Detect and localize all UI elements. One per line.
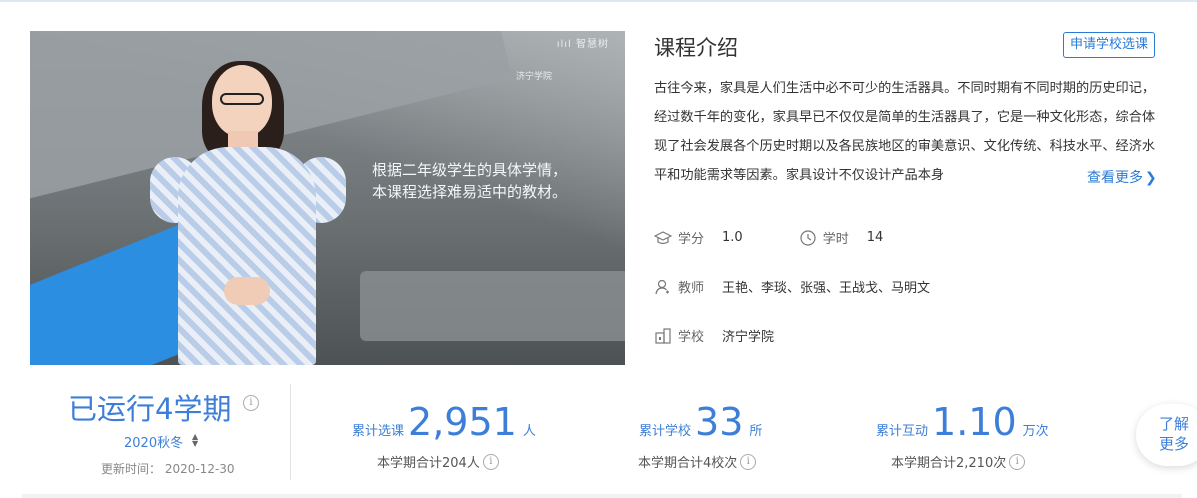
schools-value: 33 bbox=[695, 400, 744, 444]
schools-sub: 本学期合计4校次 i bbox=[638, 452, 757, 471]
teacher-row: 教师 王艳、李琰、张强、王战戈、马明文 bbox=[654, 277, 930, 296]
subtitle-line-1: 根据二年级学生的具体学情， bbox=[372, 161, 568, 179]
interact-value: 1.10 bbox=[932, 400, 1017, 444]
video-subtitle: 根据二年级学生的具体学情， 本课程选择难易适中的教材。 bbox=[372, 159, 612, 203]
running-terms: 已运行4学期 bbox=[68, 392, 232, 426]
description-fade bbox=[1040, 163, 1090, 191]
interact-sub-text: 本学期合计2,210次 bbox=[891, 456, 1007, 471]
stats-divider bbox=[290, 384, 291, 480]
lecturer-figure bbox=[150, 61, 346, 365]
teacher-label: 教师 bbox=[678, 281, 705, 296]
term-select[interactable]: 2020秋冬 bbox=[124, 432, 183, 451]
intro-title: 课程介绍 bbox=[654, 36, 738, 60]
credit-label: 学分 bbox=[678, 232, 705, 247]
hours-value: 14 bbox=[866, 230, 884, 245]
schools-caption: 累计学校 bbox=[639, 424, 692, 439]
view-more-link[interactable]: 查看更多 ❯ bbox=[1087, 167, 1157, 187]
view-more-label: 查看更多 bbox=[1087, 170, 1143, 186]
enroll-caption: 累计选课 bbox=[352, 424, 405, 439]
info-icon[interactable]: i bbox=[1009, 453, 1026, 470]
sort-arrows-icon[interactable]: ▲ ▼ bbox=[192, 433, 198, 448]
interact-caption: 累计互动 bbox=[876, 424, 929, 439]
enroll-sub: 本学期合计204人 i bbox=[377, 452, 499, 471]
info-icon[interactable]: i bbox=[482, 453, 499, 470]
video-watermark-logo: ılıl 智慧树 bbox=[556, 39, 609, 50]
lecturer-glasses bbox=[220, 93, 264, 105]
updated-time: 更新时间： 2020-12-30 bbox=[101, 462, 235, 476]
school-row: 学校 济宁学院 bbox=[654, 326, 774, 345]
lecturer-hands bbox=[224, 277, 270, 305]
interact-stat: 累计互动 1.10 万次 bbox=[876, 400, 1049, 444]
video-bed-shape bbox=[360, 271, 625, 341]
lecturer-dress bbox=[178, 147, 316, 365]
graduation-cap-icon bbox=[654, 230, 672, 244]
interact-unit: 万次 bbox=[1022, 424, 1049, 439]
school-label: 学校 bbox=[678, 330, 705, 345]
info-icon[interactable]: i bbox=[243, 395, 259, 411]
enroll-sub-text: 本学期合计204人 bbox=[377, 456, 480, 471]
schools-unit: 所 bbox=[749, 424, 763, 439]
clock-icon bbox=[800, 229, 816, 246]
building-icon bbox=[655, 327, 671, 344]
chevron-right-icon: ❯ bbox=[1145, 170, 1157, 186]
interact-sub: 本学期合计2,210次 i bbox=[891, 452, 1026, 471]
video-school-watermark: 济宁学院 bbox=[516, 72, 553, 82]
course-video[interactable]: 根据二年级学生的具体学情， 本课程选择难易适中的教材。 ılıl 智慧树 济宁学… bbox=[30, 31, 625, 365]
enroll-stat: 累计选课 2,951 人 bbox=[352, 400, 536, 444]
subtitle-line-2: 本课程选择难易适中的教材。 bbox=[372, 183, 568, 201]
enroll-value: 2,951 bbox=[408, 400, 517, 444]
user-icon bbox=[655, 279, 669, 294]
credit-hours-row: 学分 1.0 学时 14 bbox=[654, 228, 883, 247]
teacher-value: 王艳、李琰、张强、王战戈、马明文 bbox=[722, 281, 931, 296]
bottom-divider bbox=[22, 494, 1182, 498]
apply-school-course-button[interactable]: 申请学校选课 bbox=[1063, 32, 1156, 58]
learn-more-label: 了解更多 bbox=[1158, 415, 1189, 453]
learn-more-button[interactable]: 了解更多 bbox=[1136, 404, 1197, 466]
schools-stat: 累计学校 33 所 bbox=[639, 400, 762, 444]
info-icon[interactable]: i bbox=[740, 453, 757, 470]
enroll-unit: 人 bbox=[522, 424, 536, 439]
school-value: 济宁学院 bbox=[722, 330, 775, 345]
hours-label: 学时 bbox=[822, 232, 849, 247]
schools-sub-text: 本学期合计4校次 bbox=[638, 456, 738, 471]
credit-value: 1.0 bbox=[722, 230, 743, 245]
top-divider bbox=[0, 0, 1197, 2]
